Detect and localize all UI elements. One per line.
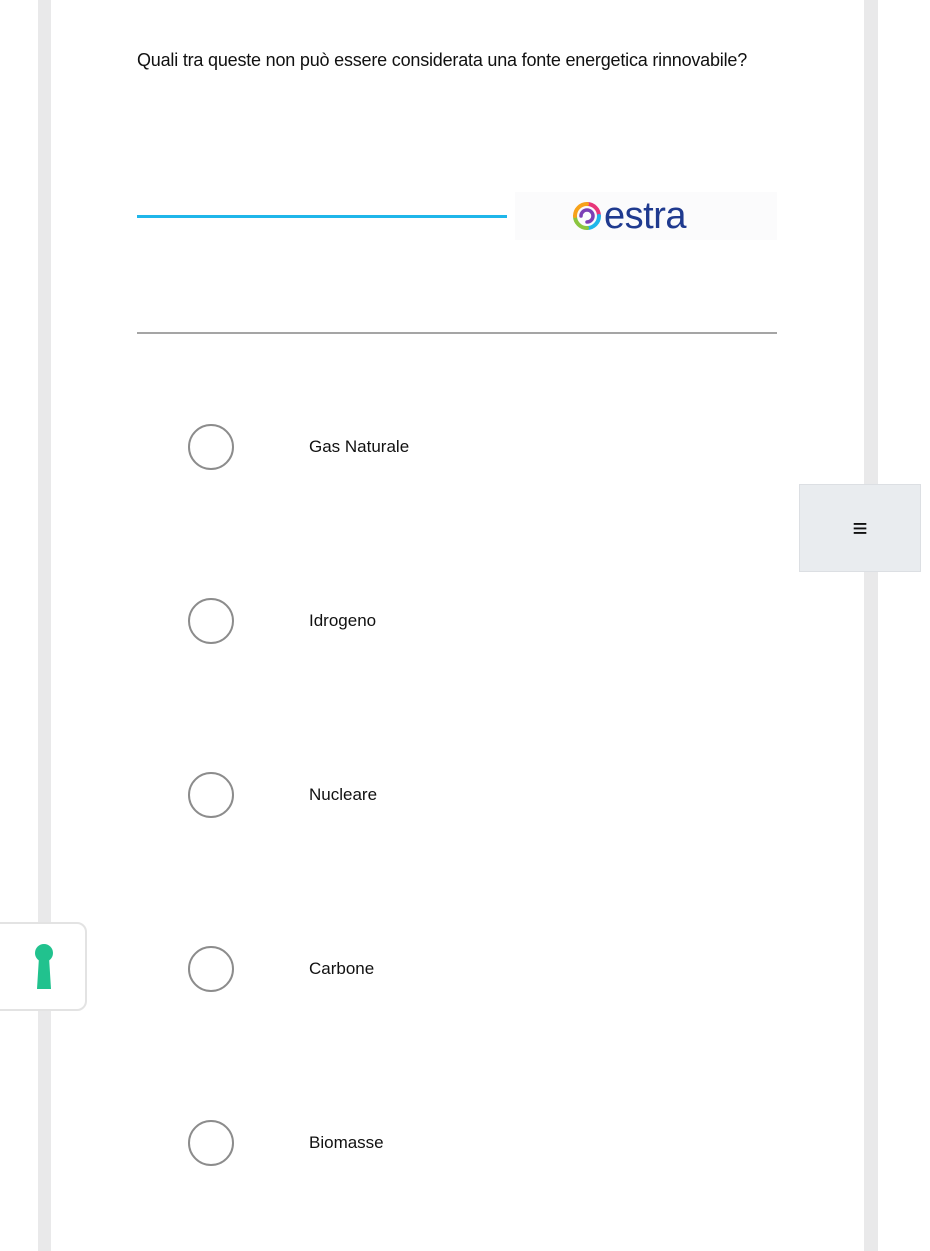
radio-button[interactable] [188,946,234,992]
option-carbone[interactable]: Carbone [188,944,708,994]
radio-button[interactable] [188,1120,234,1166]
option-label: Biomasse [309,1133,384,1152]
menu-icon: ≡ [852,513,868,543]
banner-accent-line [137,215,507,218]
estra-swirl-logo-icon [573,202,601,230]
radio-button[interactable] [188,598,234,644]
option-label: Carbone [309,959,375,978]
section-divider [137,332,777,334]
left-rail [38,0,51,1251]
option-label: Nucleare [309,785,378,804]
sponsor-banner: estra [137,192,777,240]
privacy-side-tab[interactable] [0,922,87,1011]
radio-button[interactable] [188,424,234,470]
option-label: Gas Naturale [309,437,410,456]
option-biomasse[interactable]: Biomasse [188,1118,708,1168]
option-idrogeno[interactable]: Idrogeno [188,596,708,646]
keyhole-icon [34,943,53,989]
option-nucleare[interactable]: Nucleare [188,770,708,820]
radio-button[interactable] [188,772,234,818]
option-label: Idrogeno [309,611,377,630]
logo-wordmark: estra [604,195,686,237]
option-gas-naturale[interactable]: Gas Naturale [188,422,708,472]
estra-logo: estra [572,194,686,238]
right-rail [864,0,878,1251]
question-text: Quali tra queste non può essere consider… [137,50,748,70]
quiz-page: Quali tra queste non può essere consider… [0,0,930,1251]
menu-button[interactable]: ≡ [799,484,921,572]
